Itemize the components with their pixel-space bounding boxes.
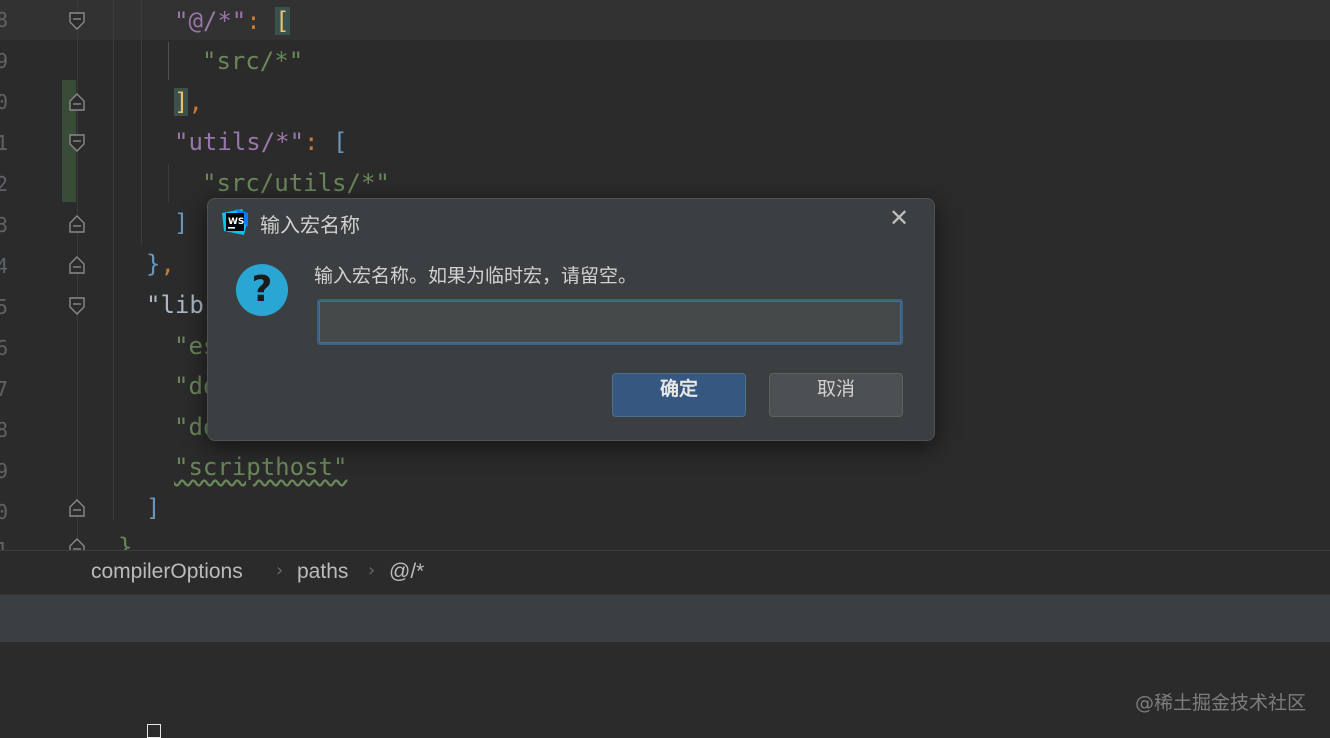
json-bracket: [	[275, 7, 290, 35]
line-number: 7	[0, 377, 9, 401]
line-number: 9	[0, 49, 9, 73]
line-number: 0	[0, 500, 9, 524]
fold-close-icon[interactable]	[69, 499, 85, 517]
code-line: ]	[146, 488, 160, 528]
breadcrumb-separator: ›	[276, 560, 284, 581]
line-number: 4	[0, 254, 9, 278]
question-icon: ?	[236, 264, 288, 316]
json-bracket: ]	[174, 88, 189, 116]
code-line: "utils/*": [	[174, 122, 347, 162]
indent-guide	[168, 42, 169, 80]
checkbox-icon[interactable]	[147, 724, 161, 738]
line-number: 3	[0, 213, 9, 237]
code-line: "scripthost"	[174, 447, 347, 487]
close-icon[interactable]: ✕	[886, 205, 912, 231]
fold-open-icon[interactable]	[69, 134, 85, 152]
line-number: 5	[0, 295, 9, 319]
dialog-message: 输入宏名称。如果为临时宏，请留空。	[314, 265, 638, 287]
watermark: @稀土掘金技术社区	[1134, 692, 1306, 714]
breadcrumb: compilerOptions › paths › @/*	[0, 550, 1330, 594]
line-number-gutter: 8 9 0 1 2 3 4 5 6 7 8 9 0 1	[0, 0, 14, 550]
fold-gutter-line	[77, 0, 78, 550]
fold-open-icon[interactable]	[69, 12, 85, 30]
line-number: 8	[0, 8, 9, 32]
json-comma: ,	[188, 88, 203, 116]
fold-close-icon[interactable]	[69, 215, 85, 233]
code-line: "src/utils/*"	[202, 163, 390, 203]
line-number: 2	[0, 172, 9, 196]
indent-guide	[141, 0, 142, 245]
cancel-button[interactable]: 取消	[769, 373, 903, 417]
code-line: "@/*": [	[174, 1, 290, 41]
line-number: 6	[0, 336, 9, 360]
code-line: },	[146, 244, 175, 284]
line-number: 8	[0, 418, 9, 442]
indent-guide	[113, 0, 114, 520]
code-line: ],	[174, 82, 203, 122]
code-line: ]	[174, 203, 188, 243]
webstorm-logo-icon: WS	[222, 209, 248, 235]
code-line: }	[118, 527, 132, 550]
breadcrumb-item[interactable]: paths	[297, 560, 348, 584]
json-brace: }	[118, 533, 133, 550]
fold-open-icon[interactable]	[69, 297, 85, 315]
json-string: "scripthost"	[174, 453, 348, 481]
fold-close-icon[interactable]	[69, 93, 85, 111]
json-key: "utils/*"	[174, 128, 305, 156]
json-comma: ,	[160, 250, 175, 278]
line-number: 0	[0, 90, 9, 114]
line-number: 9	[0, 459, 9, 483]
logo-text: WS	[228, 217, 244, 227]
json-colon: :	[246, 7, 276, 35]
json-bracket: ]	[174, 209, 189, 237]
ok-button[interactable]: 确定	[612, 373, 746, 417]
fold-close-icon[interactable]	[69, 538, 85, 550]
dialog-title: 输入宏名称	[260, 213, 360, 237]
breadcrumb-item[interactable]: @/*	[389, 560, 424, 584]
macro-name-input[interactable]	[317, 299, 903, 345]
breadcrumb-separator: ›	[368, 560, 376, 581]
json-key: "@/*"	[174, 7, 247, 35]
fold-close-icon[interactable]	[69, 256, 85, 274]
json-colon: :	[304, 128, 333, 156]
json-bracket: [	[332, 128, 348, 156]
json-brace: }	[146, 250, 161, 278]
json-string: "src/utils/*"	[202, 169, 390, 197]
tool-window-area	[0, 642, 1330, 734]
macro-name-dialog: WS 输入宏名称 ✕ ? 输入宏名称。如果为临时宏，请留空。 确定 取消	[207, 198, 935, 441]
indent-guide	[168, 164, 169, 202]
vcs-change-marker[interactable]	[62, 120, 76, 202]
breadcrumb-item[interactable]: compilerOptions	[91, 560, 243, 584]
json-bracket: ]	[146, 494, 161, 522]
tool-window-bar	[0, 594, 1330, 643]
line-number: 1	[0, 131, 9, 155]
line-number: 1	[0, 538, 9, 550]
json-string: "src/*"	[202, 47, 304, 75]
code-line: "src/*"	[202, 41, 303, 81]
